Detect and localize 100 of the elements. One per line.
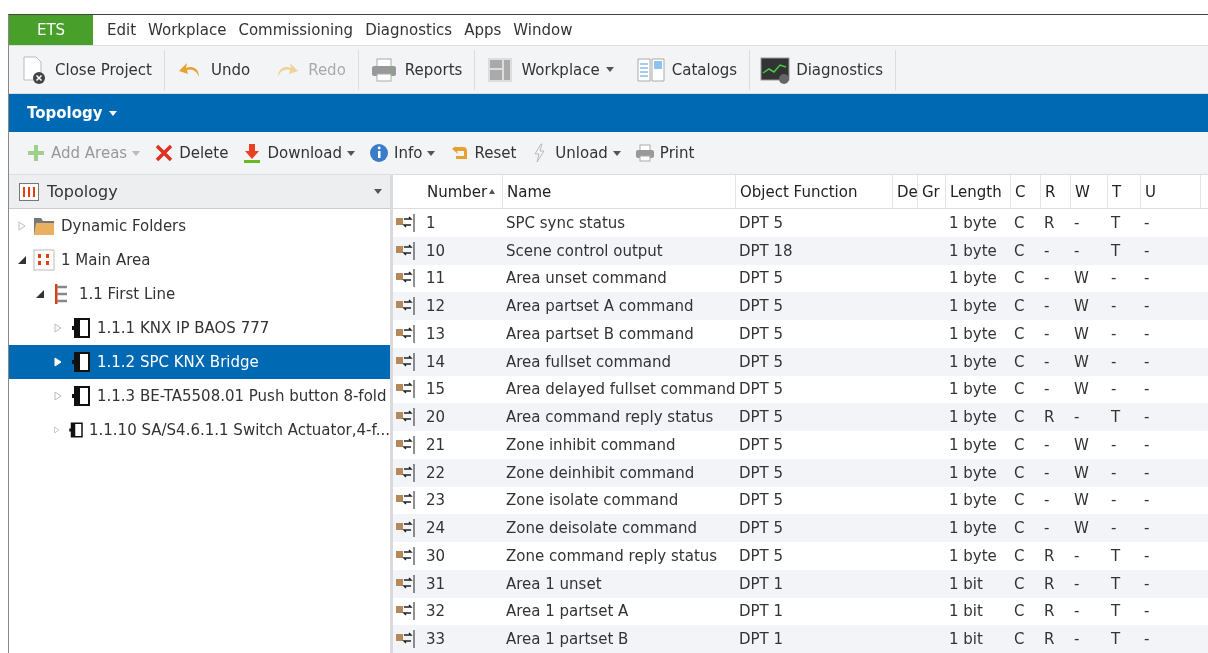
close-icon [154,143,175,163]
table-cell-text: - [1143,352,1151,371]
table-cell-text: 1 byte [948,241,998,260]
table-cell-text: C [1013,546,1026,565]
column-header[interactable]: Length [946,175,1011,208]
group-object-icon [393,434,415,455]
column-header[interactable]: C [1011,175,1041,208]
table-cell-text: C [1013,297,1026,316]
menu-item[interactable]: Edit [101,21,143,39]
toolbar-button[interactable]: Catalogs [625,49,751,90]
caret-icon[interactable] [605,67,614,72]
tree-item[interactable]: 1.1 First Line [9,277,390,311]
toolbar-button[interactable]: Reports [358,49,476,90]
menu-item[interactable]: Window [507,21,579,39]
group-object-icon [393,407,415,428]
table-cell-text: DPT 18 [738,241,794,260]
table-cell-text: SPC sync status [505,213,627,232]
column-header[interactable]: U [1141,175,1201,208]
table-cell-text: 13 [425,324,447,343]
table-cell-text: 10 [425,241,447,260]
tree-item-label: 1.1.1 KNX IP BAOS 777 [97,319,270,337]
toolbar-button-label: Reports [404,60,463,79]
action-button[interactable]: Reset [442,143,524,163]
table-cell-text: - [1143,574,1151,593]
table-cell-text: - [1073,213,1081,232]
plus-icon [26,143,46,163]
action-button[interactable]: Print [627,143,702,163]
menu-item[interactable]: Workplace [142,21,233,39]
column-header[interactable]: Object Function [736,175,893,208]
group-object-icon [393,629,415,650]
table-cell-text: 1 byte [948,380,998,399]
table-cell-text: - [1073,574,1081,593]
toolbar-button[interactable]: Diagnostics [750,49,897,90]
table-cell-text: 30 [425,546,447,565]
tree-item[interactable]: 1.1.3 BE-TA5508.01 Push button 8-fold [9,379,390,413]
table-cell-text: C [1013,380,1026,399]
table-cell-text: - [1143,463,1151,482]
table-cell-text: 1 bit [948,630,984,649]
table-cell-text: - [1143,324,1151,343]
table-cell-text: - [1143,519,1151,538]
toolbar-button[interactable]: Workplace [475,49,626,90]
view-title[interactable]: Topology [27,104,117,122]
tree-item[interactable]: 1.1.1 KNX IP BAOS 777 [9,311,390,345]
menu-item[interactable]: Diagnostics [359,21,459,39]
caret-icon[interactable] [108,110,117,116]
menu-item[interactable]: Apps [458,21,508,39]
table-cell-text: - [1073,241,1081,260]
tree-item[interactable]: 1.1.10 SA/S4.6.1.1 Switch Actuator,4-f... [9,413,390,447]
table-cell-text: 33 [425,630,447,649]
table-cell-text: - [1143,491,1151,510]
table-cell-text: 1 byte [948,491,998,510]
table-cell-text: Zone inhibit command [505,435,677,454]
table-cell-text: - [1043,352,1051,371]
sort-icon [489,189,496,194]
expanded-arrow-icon[interactable] [17,255,27,265]
table-cell-text: - [1110,352,1118,371]
tree-item[interactable]: 1 Main Area [9,243,390,277]
table-cell-text: R [1043,574,1056,593]
table-cell-text: - [1143,408,1151,427]
expanded-arrow-icon[interactable] [35,289,45,299]
table-cell-text: W [1073,324,1090,343]
table-cell-text: DPT 5 [738,352,785,371]
action-button[interactable]: Download [235,143,362,163]
table-cell-text: Zone isolate command [505,491,680,510]
column-header[interactable]: T [1108,175,1141,208]
table-cell-text: 1 byte [948,324,998,343]
table-cell-text: DPT 5 [738,324,785,343]
table-cell-text: DPT 5 [738,269,785,288]
action-button[interactable]: Unload [523,143,628,163]
toolbar-button-label: Workplace [521,60,600,79]
toolbar-button[interactable]: Close Project [9,49,165,90]
caret-icon[interactable] [374,189,382,194]
table-cell-text: - [1110,269,1118,288]
table-cell-text: - [1143,435,1151,454]
table-cell-text: - [1043,269,1051,288]
tree-item[interactable]: Dynamic Folders [9,209,390,243]
table-cell-text: C [1013,435,1026,454]
column-header[interactable]: W [1071,175,1108,208]
table-cell-text: DPT 5 [738,380,785,399]
action-button[interactable]: Info [362,143,443,163]
area-icon [33,249,55,271]
column-header[interactable]: De [893,175,918,208]
table-cell-text: T [1110,630,1122,649]
toolbar-button[interactable]: Undo [164,49,263,90]
caret-icon[interactable] [347,150,355,156]
column-header[interactable]: Number [423,175,503,208]
table-cell-text: T [1110,546,1122,565]
table-cell-text: 1 byte [948,352,998,371]
column-header[interactable]: R [1041,175,1071,208]
action-button[interactable]: Delete [147,143,236,163]
caret-icon[interactable] [612,150,621,156]
menu-item[interactable]: Commissioning [232,21,360,39]
table-cell-text: DPT 5 [738,435,785,454]
caret-icon[interactable] [427,150,436,156]
column-header[interactable]: Name [503,175,736,208]
column-header[interactable]: Gr [918,175,946,208]
toolbar-button-label: Redo [308,60,346,79]
action-button-label: Download [267,144,342,162]
table-cell-text: - [1073,602,1081,621]
tree-item[interactable]: 1.1.2 SPC KNX Bridge [9,345,390,379]
